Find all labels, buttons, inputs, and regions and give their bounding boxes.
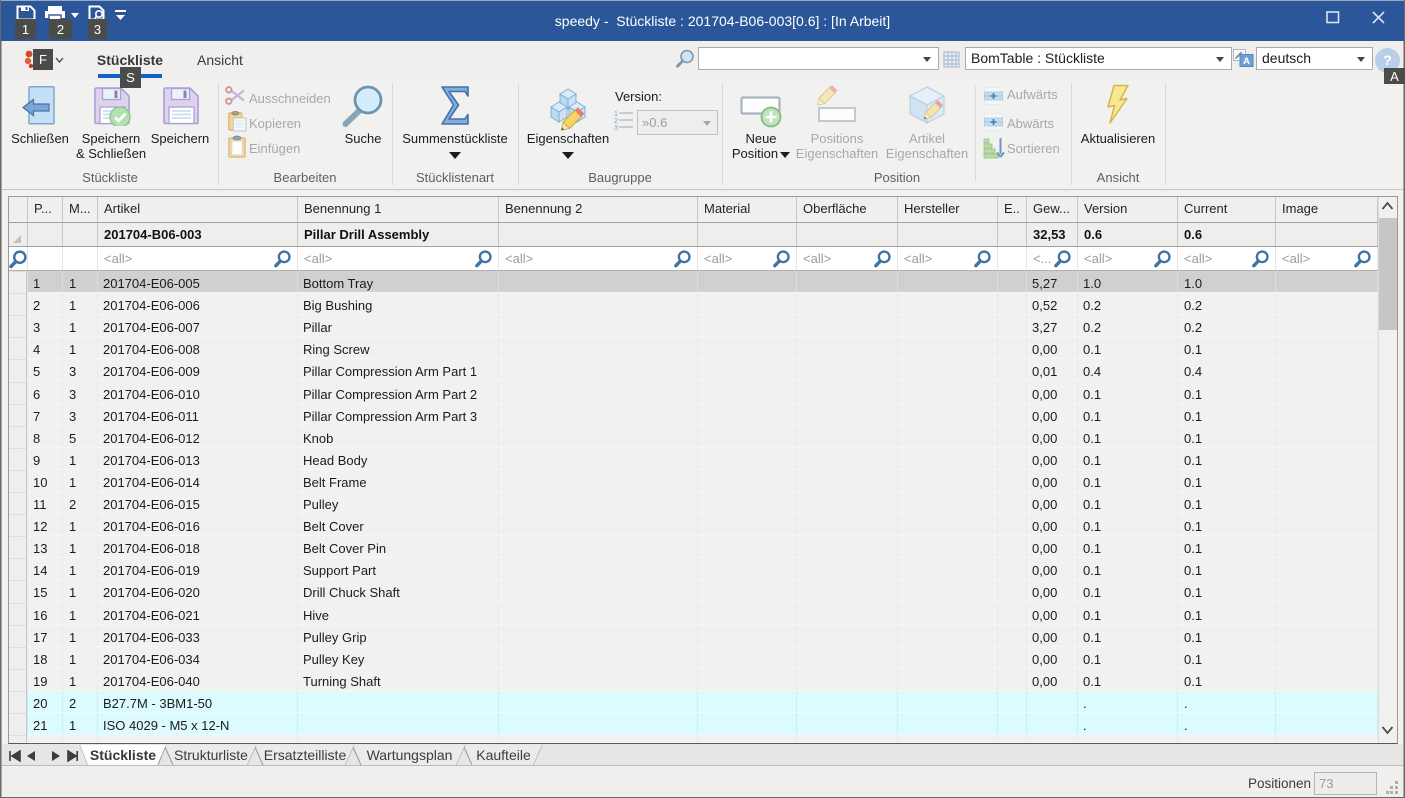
svg-text:3: 3 xyxy=(614,125,618,131)
svg-text:1: 1 xyxy=(614,111,618,118)
svg-text:2: 2 xyxy=(614,118,618,125)
svg-text:A: A xyxy=(1243,56,1250,67)
